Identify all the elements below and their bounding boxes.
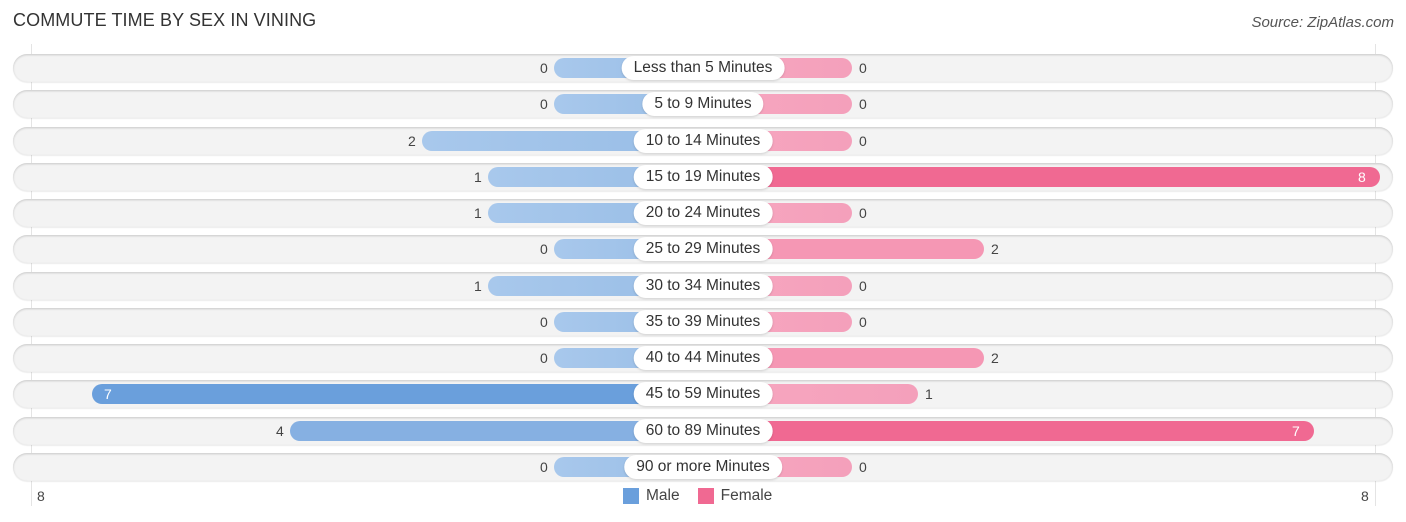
male-value-label: 0 <box>540 241 548 257</box>
female-value-label: 2 <box>991 350 999 366</box>
male-value-label: 7 <box>104 386 112 402</box>
category-label: 20 to 24 Minutes <box>633 201 773 225</box>
male-value-label: 0 <box>540 350 548 366</box>
legend-label-female: Female <box>720 487 773 504</box>
category-label: 30 to 34 Minutes <box>633 274 773 298</box>
legend-label-male: Male <box>646 487 680 504</box>
male-value-label: 4 <box>276 423 284 439</box>
female-value-label: 8 <box>1358 169 1366 185</box>
category-label: 45 to 59 Minutes <box>633 382 773 406</box>
legend-item-female[interactable]: Female <box>697 487 773 505</box>
female-bar[interactable] <box>703 167 1380 187</box>
male-value-label: 0 <box>540 96 548 112</box>
source-label: Source: ZipAtlas.com <box>1251 14 1394 31</box>
female-value-label: 0 <box>859 60 867 76</box>
category-label: 35 to 39 Minutes <box>633 310 773 334</box>
female-value-label: 0 <box>859 205 867 221</box>
male-value-label: 1 <box>474 205 482 221</box>
category-label: 25 to 29 Minutes <box>633 237 773 261</box>
male-bar[interactable] <box>92 384 703 404</box>
category-label: 15 to 19 Minutes <box>633 165 773 189</box>
male-value-label: 2 <box>408 133 416 149</box>
axis-tick-right: 8 <box>1361 488 1369 504</box>
category-label: 90 or more Minutes <box>624 455 782 479</box>
legend-swatch-female <box>697 488 714 504</box>
female-value-label: 2 <box>991 241 999 257</box>
legend-swatch-male <box>623 488 639 504</box>
female-value-label: 1 <box>925 386 933 402</box>
category-label: 60 to 89 Minutes <box>633 419 773 443</box>
male-value-label: 0 <box>540 314 548 330</box>
female-bar[interactable] <box>703 421 1314 441</box>
legend: Male Female <box>623 487 790 505</box>
female-value-label: 0 <box>859 96 867 112</box>
female-value-label: 0 <box>859 133 867 149</box>
male-value-label: 0 <box>540 459 548 475</box>
category-label: 40 to 44 Minutes <box>633 346 773 370</box>
male-value-label: 1 <box>474 169 482 185</box>
female-value-label: 0 <box>859 459 867 475</box>
chart-title: COMMUTE TIME BY SEX IN VINING <box>13 10 317 30</box>
female-value-label: 0 <box>859 314 867 330</box>
axis-tick-left: 8 <box>37 488 45 504</box>
female-value-label: 7 <box>1292 423 1300 439</box>
male-value-label: 0 <box>540 60 548 76</box>
female-value-label: 0 <box>859 278 867 294</box>
category-label: 5 to 9 Minutes <box>642 92 764 116</box>
category-label: Less than 5 Minutes <box>621 56 785 80</box>
category-label: 10 to 14 Minutes <box>633 129 773 153</box>
male-value-label: 1 <box>474 278 482 294</box>
legend-item-male[interactable]: Male <box>623 487 680 505</box>
